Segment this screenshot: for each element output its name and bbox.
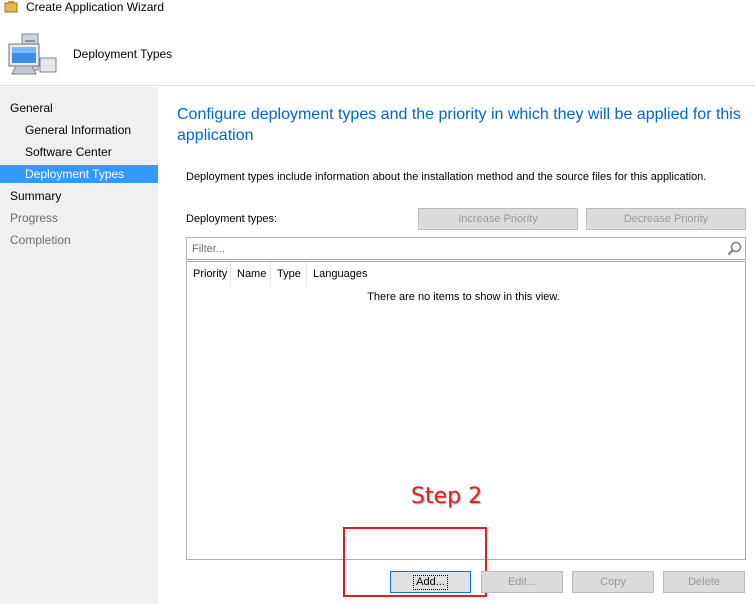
empty-list-message: There are no items to show in this view. <box>367 291 560 303</box>
step-annotation-label: Step 2 <box>411 484 483 509</box>
filter-input[interactable]: Filter... <box>186 237 746 260</box>
column-header-type[interactable]: Type <box>271 262 307 286</box>
title-bar: Create Application Wizard <box>0 0 755 16</box>
window-title: Create Application Wizard <box>26 0 165 14</box>
section-heading: Configure deployment types and the prior… <box>177 106 741 144</box>
main-panel: Configure deployment types and the prior… <box>160 87 755 604</box>
sidebar-item-label: Progress <box>10 211 59 225</box>
button-label: Add... <box>413 574 448 590</box>
sidebar-item-label: Deployment Types <box>25 167 125 181</box>
wizard-sidebar: General General Information Software Cen… <box>0 87 158 604</box>
filter-placeholder: Filter... <box>192 243 226 255</box>
computer-icon <box>8 33 57 75</box>
decrease-priority-button[interactable]: Decrease Priority <box>586 208 746 230</box>
increase-priority-button[interactable]: Increase Priority <box>418 208 578 230</box>
edit-button[interactable]: Edit... <box>481 571 563 593</box>
delete-button[interactable]: Delete <box>663 571 745 593</box>
sidebar-item-label: Completion <box>10 233 71 247</box>
button-label: Decrease Priority <box>623 213 709 225</box>
sidebar-item-label: Software Center <box>25 145 112 159</box>
sidebar-item-label: Summary <box>10 189 62 203</box>
button-label: Copy <box>600 576 626 588</box>
button-label: Increase Priority <box>458 213 538 225</box>
deployment-types-list[interactable]: Priority Name Type Languages There are n… <box>186 261 746 560</box>
sidebar-item-completion: Completion <box>0 231 158 249</box>
sidebar-item-progress: Progress <box>0 209 158 227</box>
list-header: Priority Name Type Languages <box>187 262 745 286</box>
search-icon[interactable] <box>727 241 742 256</box>
copy-button[interactable]: Copy <box>572 571 654 593</box>
column-header-languages[interactable]: Languages <box>307 262 387 286</box>
button-label: Delete <box>688 576 720 588</box>
wizard-app-icon <box>4 1 18 13</box>
page-title: Deployment Types <box>73 47 173 61</box>
column-header-priority[interactable]: Priority <box>187 262 231 286</box>
sidebar-item-general[interactable]: General <box>0 99 158 117</box>
section-description: Deployment types include information abo… <box>186 171 707 183</box>
add-button[interactable]: Add... <box>390 571 471 593</box>
sidebar-item-general-information[interactable]: General Information <box>0 121 158 139</box>
wizard-header: Deployment Types <box>0 16 755 86</box>
button-label: Edit... <box>507 576 537 588</box>
sidebar-item-label: General <box>10 101 53 115</box>
sidebar-item-label: General Information <box>25 123 132 137</box>
deployment-types-label: Deployment types: <box>186 213 278 225</box>
sidebar-item-summary[interactable]: Summary <box>0 187 158 205</box>
sidebar-item-deployment-types[interactable]: Deployment Types <box>0 165 158 183</box>
column-header-name[interactable]: Name <box>231 262 271 286</box>
sidebar-item-software-center[interactable]: Software Center <box>0 143 158 161</box>
